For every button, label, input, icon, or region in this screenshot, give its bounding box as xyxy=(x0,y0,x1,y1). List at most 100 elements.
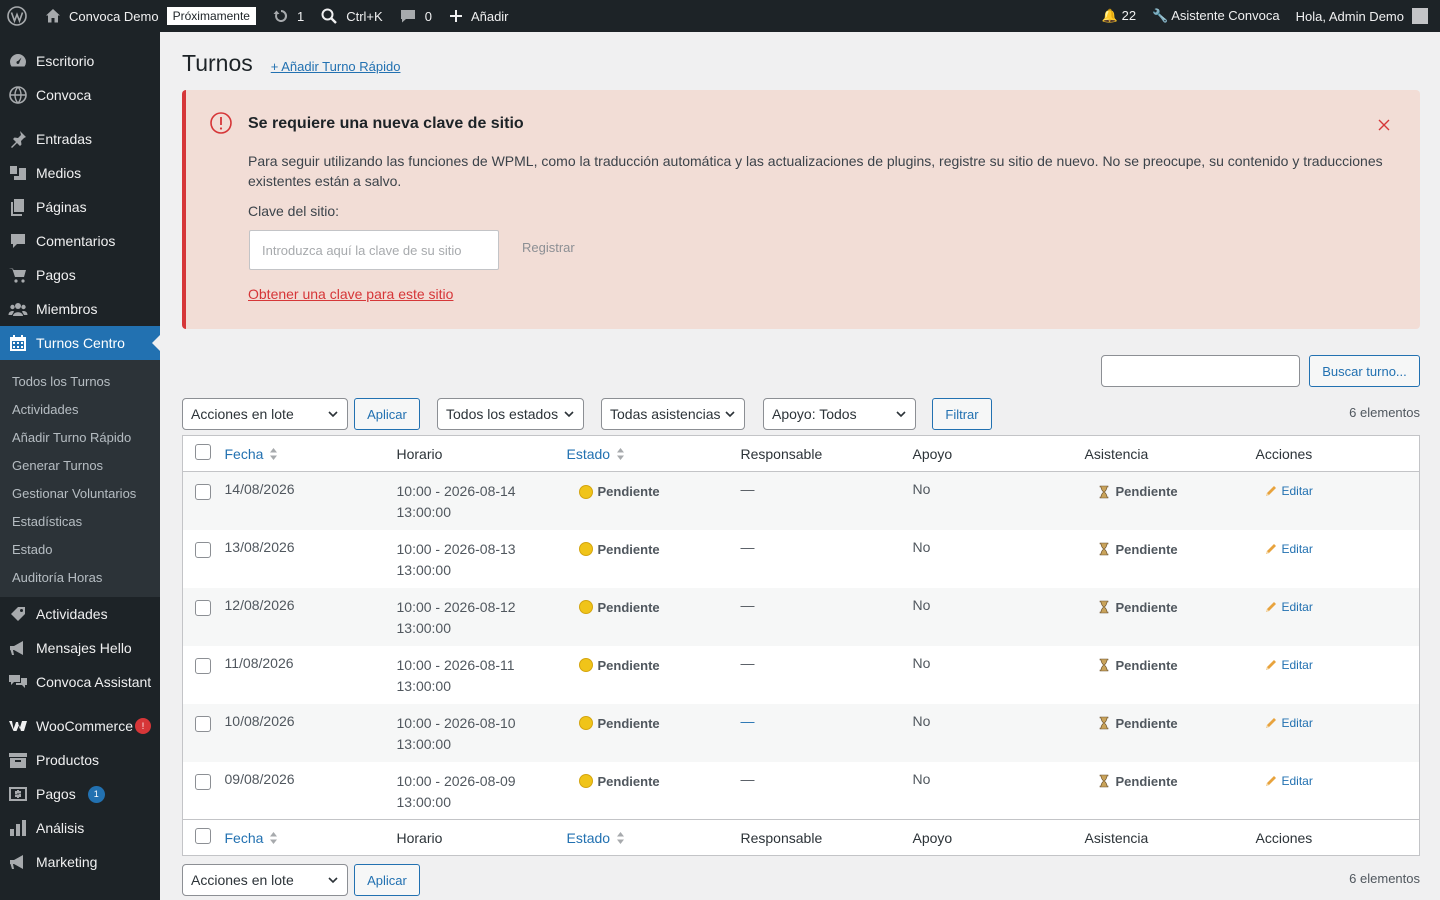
column-estado[interactable]: Estado xyxy=(558,435,733,472)
site-key-input[interactable]: Introduzca aquí la clave de su sitio xyxy=(249,230,499,270)
updates-menu[interactable]: 1 xyxy=(264,0,312,32)
items-count-bottom: 6 elementos xyxy=(1349,870,1420,886)
column-fecha-label: Fecha xyxy=(224,829,264,846)
chevron-down-icon xyxy=(328,877,338,884)
submenu-todos-los-turnos[interactable]: Todos los Turnos xyxy=(0,367,160,395)
submenu-auditoria-horas[interactable]: Auditoría Horas xyxy=(0,563,160,591)
search-shifts-button[interactable]: Buscar turno... xyxy=(1309,355,1420,387)
column-fecha[interactable]: Fecha xyxy=(216,435,389,472)
apply-button[interactable]: Aplicar xyxy=(354,398,420,430)
support-cell: No xyxy=(912,654,931,671)
edit-link[interactable]: Editar xyxy=(1264,484,1313,498)
submenu-estado[interactable]: Estado xyxy=(0,535,160,563)
sidebar-item-woocommerce[interactable]: WooCommerce ! xyxy=(0,709,160,743)
notice-text: Para seguir utilizando las funciones de … xyxy=(248,153,1383,189)
select-all-checkbox[interactable] xyxy=(195,828,211,844)
bulk-actions-select[interactable]: Acciones en lote xyxy=(182,398,348,430)
row-checkbox[interactable] xyxy=(195,773,211,790)
select-all-checkbox[interactable] xyxy=(195,444,211,460)
close-icon[interactable] xyxy=(1376,117,1392,133)
support-cell: No xyxy=(912,538,931,555)
wordpress-logo-icon[interactable] xyxy=(0,0,36,32)
column-fecha[interactable]: Fecha xyxy=(216,819,389,856)
pencil-icon xyxy=(1265,486,1276,496)
submenu-estadisticas[interactable]: Estadísticas xyxy=(0,507,160,535)
attendance-cell: Pendiente xyxy=(1077,762,1248,820)
edit-label: Editar xyxy=(1281,484,1313,498)
edit-link[interactable]: Editar xyxy=(1264,774,1313,788)
filter-button[interactable]: Filtrar xyxy=(932,398,992,430)
status-label: Pendiente xyxy=(597,773,660,789)
sidebar-item-label: WooCommerce xyxy=(36,718,133,734)
apply-button-bottom[interactable]: Aplicar xyxy=(354,864,420,896)
column-estado[interactable]: Estado xyxy=(558,819,733,856)
pencil-icon xyxy=(1265,717,1276,728)
schedule-end: 13:00:00 xyxy=(396,735,452,752)
row-checkbox[interactable] xyxy=(195,657,211,674)
status-badge: Pendiente xyxy=(578,484,660,499)
sidebar-item-convoca[interactable]: Convoca xyxy=(0,78,160,112)
sidebar-item-analisis[interactable]: Análisis xyxy=(0,811,160,845)
edit-link[interactable]: Editar xyxy=(1264,542,1313,556)
row-select-cell xyxy=(183,588,217,646)
comments-menu[interactable]: 0 xyxy=(391,0,440,32)
sidebar-item-turnos-centro[interactable]: Turnos Centro xyxy=(0,326,160,360)
pin-icon xyxy=(8,129,28,149)
attendance-filter-select[interactable]: Todas asistencias xyxy=(601,398,745,430)
schedule-cell: 10:00 - 2026-08-12 13:00:00 xyxy=(389,588,559,646)
submenu-generar-turnos[interactable]: Generar Turnos xyxy=(0,451,160,479)
sidebar-item-miembros[interactable]: Miembros xyxy=(0,292,160,326)
attendance-badge: Pendiente xyxy=(1097,716,1178,731)
sidebar-item-medios[interactable]: Medios xyxy=(0,156,160,190)
sidebar-item-productos[interactable]: Productos xyxy=(0,743,160,777)
row-select-cell xyxy=(183,472,217,530)
row-checkbox[interactable] xyxy=(195,715,211,732)
command-search[interactable]: Ctrl+K xyxy=(312,0,390,32)
sidebar-item-pagos[interactable]: Pagos xyxy=(0,258,160,292)
sidebar-item-label: Convoca Assistant xyxy=(36,674,152,690)
status-badge: Pendiente xyxy=(578,716,660,731)
sidebar-item-entradas[interactable]: Entradas xyxy=(0,122,160,156)
add-quick-shift-link[interactable]: + Añadir Turno Rápido xyxy=(271,59,401,74)
sidebar-item-paginas[interactable]: Páginas xyxy=(0,190,160,224)
edit-link[interactable]: Editar xyxy=(1264,658,1313,672)
column-estado-label: Estado xyxy=(566,445,611,462)
support-cell: No xyxy=(912,481,931,497)
bulk-actions-select-bottom[interactable]: Acciones en lote xyxy=(182,864,348,896)
sidebar-item-comentarios[interactable]: Comentarios xyxy=(0,224,160,258)
submenu-actividades[interactable]: Actividades xyxy=(0,395,160,423)
actions-cell: Editar xyxy=(1248,530,1420,588)
row-checkbox[interactable] xyxy=(195,541,211,558)
register-button[interactable]: Registrar xyxy=(522,240,575,255)
column-acciones: Acciones xyxy=(1247,435,1420,472)
row-checkbox[interactable] xyxy=(195,484,211,500)
sidebar-item-pagos-woo[interactable]: Pagos 1 xyxy=(0,777,160,811)
sort-icon xyxy=(617,447,625,460)
row-checkbox[interactable] xyxy=(195,599,211,616)
dashboard-icon xyxy=(8,51,28,71)
account-menu[interactable]: Hola, Admin Demo xyxy=(1288,0,1440,32)
sidebar-item-actividades[interactable]: Actividades xyxy=(0,597,160,631)
sidebar-item-convoca-assistant[interactable]: Convoca Assistant xyxy=(0,665,160,699)
sidebar-item-escritorio[interactable]: Escritorio xyxy=(0,44,160,78)
get-site-key-link[interactable]: Obtener una clave para este sitio xyxy=(248,286,453,302)
edit-link[interactable]: Editar xyxy=(1264,716,1313,730)
schedule-start: 10:00 - 2026-08-13 xyxy=(396,540,516,557)
hourglass-icon xyxy=(1099,485,1108,498)
status-filter-select[interactable]: Todos los estados xyxy=(437,398,584,430)
submenu-anadir-turno-rapido[interactable]: Añadir Turno Rápido xyxy=(0,423,160,451)
edit-link[interactable]: Editar xyxy=(1264,600,1313,614)
table-row: 11/08/2026 10:00 - 2026-08-11 13:00:00 Pe… xyxy=(183,646,1420,704)
sidebar-item-mensajes-hello[interactable]: Mensajes Hello xyxy=(0,631,160,665)
assistant-menu[interactable]: 🔧 Asistente Convoca xyxy=(1144,0,1287,32)
search-input[interactable] xyxy=(1101,355,1300,387)
yellow-dot-icon xyxy=(578,658,593,672)
status-label: Pendiente xyxy=(597,599,660,615)
submenu-gestionar-voluntarios[interactable]: Gestionar Voluntarios xyxy=(0,479,160,507)
sidebar-item-marketing[interactable]: Marketing xyxy=(0,845,160,879)
support-filter-select[interactable]: Apoyo: Todos xyxy=(763,398,916,430)
notifications-menu[interactable]: 🔔 22 xyxy=(1094,0,1144,32)
site-name-menu[interactable]: Convoca Demo Próximamente xyxy=(36,0,264,32)
add-new-menu[interactable]: Añadir xyxy=(440,0,517,32)
column-estado-label: Estado xyxy=(566,829,611,846)
